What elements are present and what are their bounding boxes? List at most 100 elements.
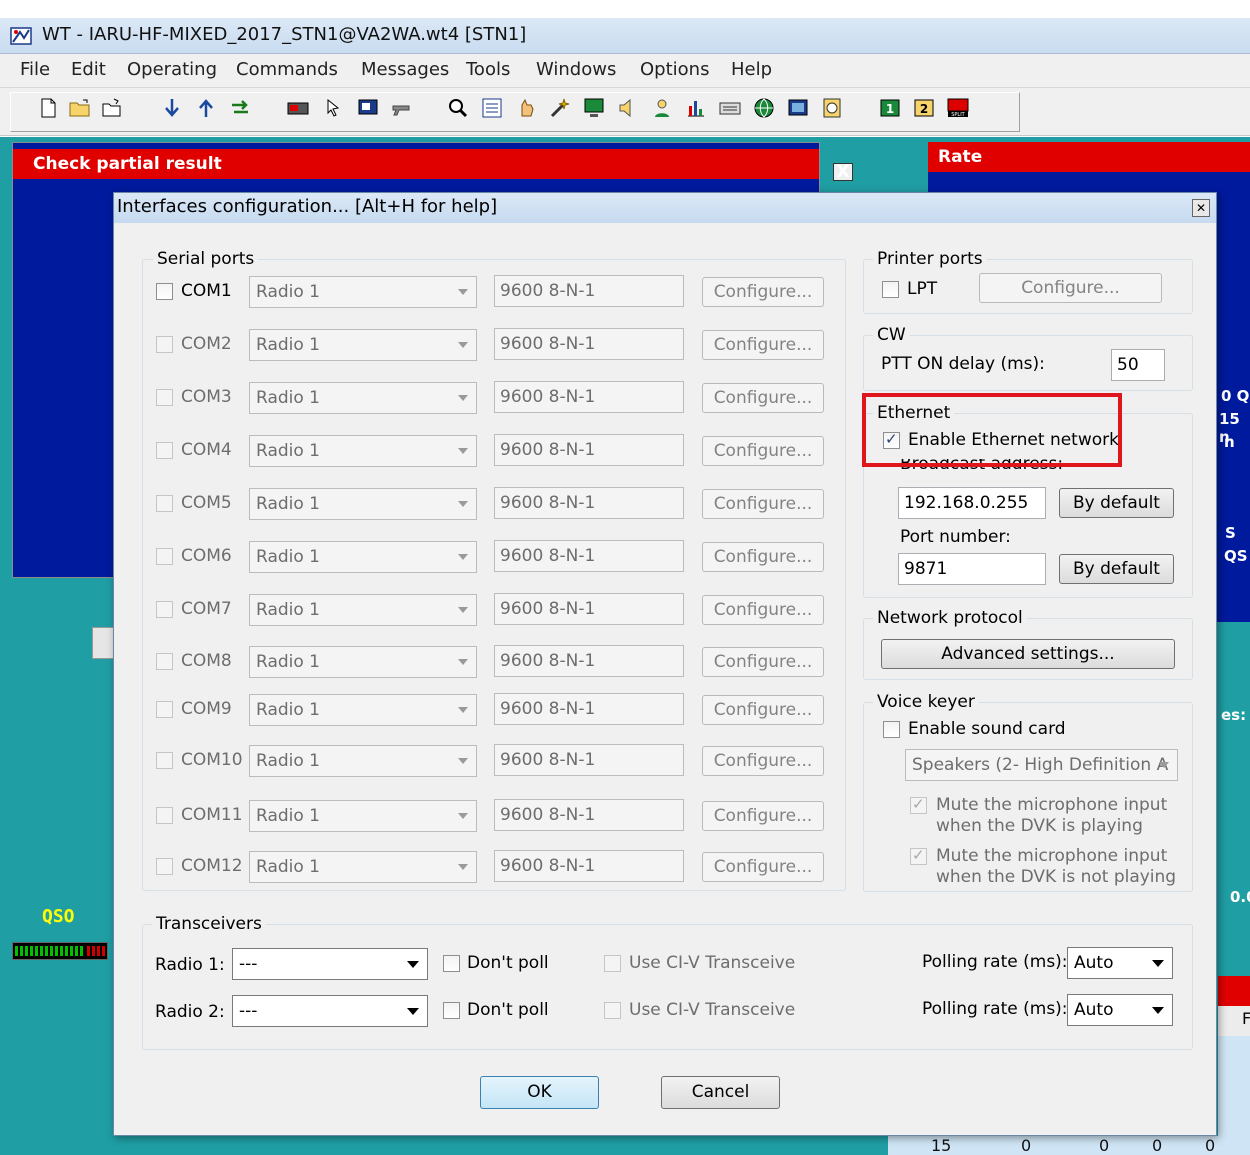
port-radio-select-5[interactable]: Radio 1 — [249, 488, 477, 520]
transfer-icon[interactable] — [228, 96, 252, 120]
lpt-checkbox[interactable] — [882, 281, 899, 298]
menu-windows[interactable]: Windows — [536, 59, 616, 80]
port-speed-field-7[interactable]: 9600 8-N-1 — [494, 593, 684, 625]
port-configure-button-11[interactable]: Configure... — [702, 801, 824, 831]
menu-commands[interactable]: Commands — [236, 59, 338, 80]
close-button[interactable]: X — [833, 163, 853, 181]
menu-tools[interactable]: Tools — [466, 59, 510, 80]
port-checkbox-9[interactable] — [156, 701, 173, 718]
port-checkbox-3[interactable] — [156, 389, 173, 406]
broadcast-address-input[interactable]: 192.168.0.255 — [898, 487, 1046, 519]
new-file-icon[interactable] — [36, 96, 60, 120]
sound-device-select[interactable]: Speakers (2- High Definition A — [905, 749, 1178, 781]
radio1-select[interactable]: --- — [232, 948, 428, 980]
port-configure-button-9[interactable]: Configure... — [702, 695, 824, 725]
port-configure-button-2[interactable]: Configure... — [702, 330, 824, 360]
port-radio-select-12[interactable]: Radio 1 — [249, 851, 477, 883]
globe-icon[interactable] — [752, 96, 776, 120]
radio2-polling-select[interactable]: Auto — [1067, 994, 1173, 1026]
port-radio-select-11[interactable]: Radio 1 — [249, 800, 477, 832]
zoom-icon[interactable] — [446, 96, 470, 120]
port-speed-field-11[interactable]: 9600 8-N-1 — [494, 799, 684, 831]
station2-icon[interactable]: 2 — [912, 96, 936, 120]
speaker-icon[interactable] — [616, 96, 640, 120]
port-speed-field-3[interactable]: 9600 8-N-1 — [494, 381, 684, 413]
port-configure-button-5[interactable]: Configure... — [702, 489, 824, 519]
keyboard-icon[interactable] — [718, 96, 742, 120]
port-checkbox-11[interactable] — [156, 807, 173, 824]
port-speed-field-1[interactable]: 9600 8-N-1 — [494, 275, 684, 307]
mute-not-playing-checkbox[interactable] — [910, 846, 927, 865]
port-checkbox-10[interactable] — [156, 752, 173, 769]
arrow-down-icon[interactable] — [160, 96, 184, 120]
port-speed-field-8[interactable]: 9600 8-N-1 — [494, 645, 684, 677]
radio-icon[interactable] — [286, 96, 310, 120]
port-checkbox-5[interactable] — [156, 495, 173, 512]
port-configure-button-1[interactable]: Configure... — [702, 277, 824, 307]
computer-icon[interactable] — [582, 96, 606, 120]
port-default-button[interactable]: By default — [1059, 554, 1174, 584]
advanced-settings-button[interactable]: Advanced settings... — [881, 639, 1175, 669]
port-speed-field-6[interactable]: 9600 8-N-1 — [494, 540, 684, 572]
list-icon[interactable] — [480, 96, 504, 120]
port-speed-field-9[interactable]: 9600 8-N-1 — [494, 693, 684, 725]
port-radio-select-9[interactable]: Radio 1 — [249, 694, 477, 726]
port-speed-field-4[interactable]: 9600 8-N-1 — [494, 434, 684, 466]
radio2-civ-checkbox[interactable] — [604, 1002, 621, 1019]
port-checkbox-4[interactable] — [156, 442, 173, 459]
menu-help[interactable]: Help — [731, 59, 772, 80]
open-folder-icon[interactable] — [68, 96, 92, 120]
radio1-dont-poll-checkbox[interactable] — [443, 955, 460, 972]
menu-operating[interactable]: Operating — [127, 59, 217, 80]
ok-button[interactable]: OK — [480, 1076, 599, 1109]
screen-icon[interactable] — [356, 96, 380, 120]
split-icon[interactable]: SPLIT — [946, 96, 970, 120]
radio1-civ-checkbox[interactable] — [604, 955, 621, 972]
port-checkbox-7[interactable] — [156, 601, 173, 618]
pointer-icon[interactable] — [320, 96, 344, 120]
cancel-button[interactable]: Cancel — [661, 1076, 780, 1109]
arrow-up-icon[interactable] — [194, 96, 218, 120]
port-radio-select-3[interactable]: Radio 1 — [249, 382, 477, 414]
port-checkbox-12[interactable] — [156, 858, 173, 875]
port-radio-select-10[interactable]: Radio 1 — [249, 745, 477, 777]
person-icon[interactable] — [650, 96, 674, 120]
port-configure-button-12[interactable]: Configure... — [702, 852, 824, 882]
bar-chart-icon[interactable] — [684, 96, 708, 120]
menu-messages[interactable]: Messages — [361, 59, 449, 80]
port-speed-field-10[interactable]: 9600 8-N-1 — [494, 744, 684, 776]
port-speed-field-2[interactable]: 9600 8-N-1 — [494, 328, 684, 360]
dialog-close-icon[interactable]: ✕ — [1192, 199, 1210, 217]
port-configure-button-8[interactable]: Configure... — [702, 647, 824, 677]
port-radio-select-7[interactable]: Radio 1 — [249, 594, 477, 626]
port-configure-button-10[interactable]: Configure... — [702, 746, 824, 776]
port-configure-button-4[interactable]: Configure... — [702, 436, 824, 466]
port-configure-button-3[interactable]: Configure... — [702, 383, 824, 413]
timer-icon[interactable] — [820, 96, 844, 120]
port-speed-field-5[interactable]: 9600 8-N-1 — [494, 487, 684, 519]
radio2-dont-poll-checkbox[interactable] — [443, 1002, 460, 1019]
gun-icon[interactable] — [390, 96, 414, 120]
open-recent-icon[interactable] — [100, 96, 124, 120]
port-radio-select-6[interactable]: Radio 1 — [249, 541, 477, 573]
ptt-delay-input[interactable]: 50 — [1111, 349, 1165, 381]
port-checkbox-8[interactable] — [156, 653, 173, 670]
broadcast-default-button[interactable]: By default — [1059, 488, 1174, 518]
menu-edit[interactable]: Edit — [71, 59, 106, 80]
printer-configure-button[interactable]: Configure... — [979, 273, 1162, 303]
monitor-icon[interactable] — [786, 96, 810, 120]
port-radio-select-4[interactable]: Radio 1 — [249, 435, 477, 467]
port-radio-select-1[interactable]: Radio 1 — [249, 276, 477, 308]
port-radio-select-8[interactable]: Radio 1 — [249, 646, 477, 678]
port-checkbox-2[interactable] — [156, 336, 173, 353]
port-configure-button-7[interactable]: Configure... — [702, 595, 824, 625]
port-configure-button-6[interactable]: Configure... — [702, 542, 824, 572]
port-speed-field-12[interactable]: 9600 8-N-1 — [494, 850, 684, 882]
port-checkbox-1[interactable] — [156, 283, 173, 300]
radio2-select[interactable]: --- — [232, 995, 428, 1027]
port-radio-select-2[interactable]: Radio 1 — [249, 329, 477, 361]
port-checkbox-6[interactable] — [156, 548, 173, 565]
mute-playing-checkbox[interactable] — [910, 795, 927, 814]
hand-icon[interactable] — [514, 96, 538, 120]
menu-options[interactable]: Options — [640, 59, 709, 80]
